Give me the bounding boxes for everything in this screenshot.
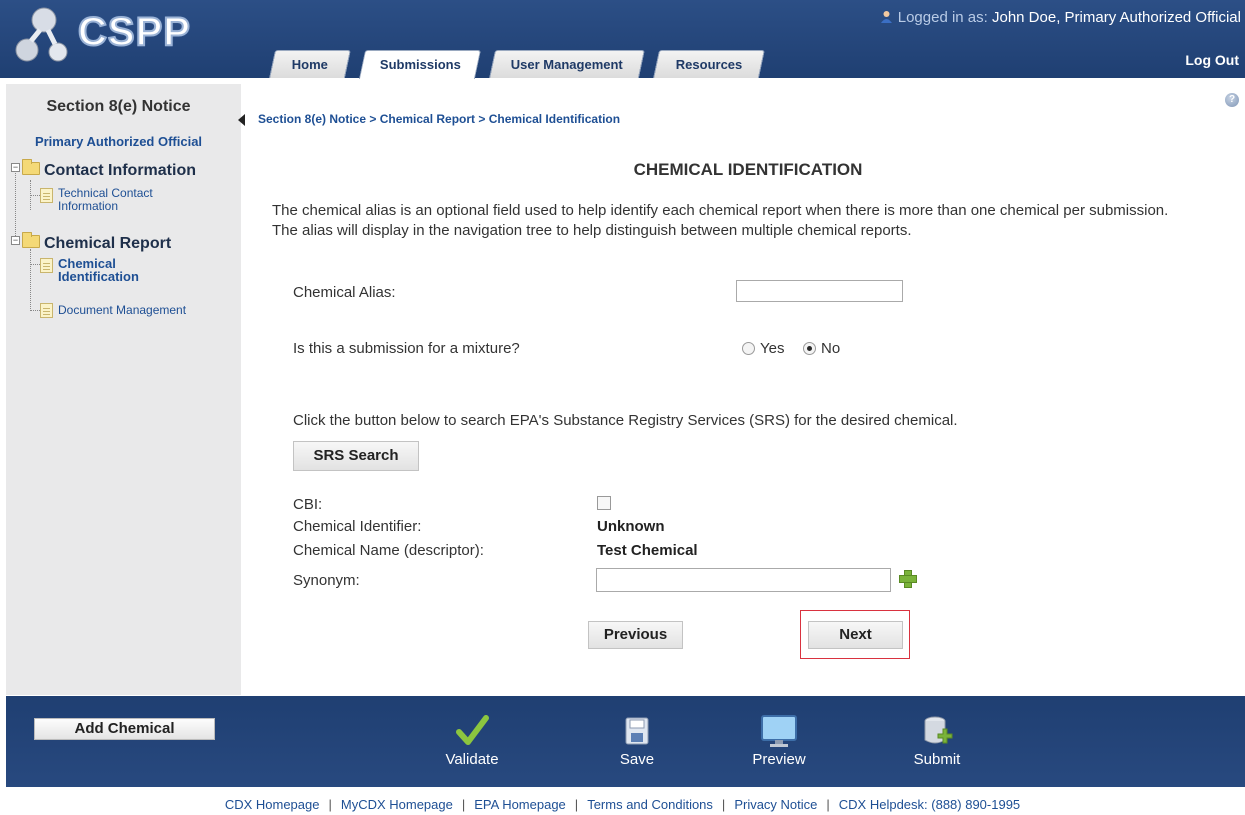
cbi-checkbox[interactable] — [597, 496, 611, 510]
monitor-icon — [761, 715, 797, 747]
tree-line — [30, 195, 40, 196]
tree-line — [30, 264, 40, 265]
chemical-identifier-value: Unknown — [597, 518, 665, 535]
sidebar-subtitle: Primary Authorized Official — [34, 134, 203, 149]
logout-link[interactable]: Log Out — [1185, 52, 1239, 68]
footer-link-privacy-notice[interactable]: Privacy Notice — [734, 797, 817, 812]
srs-search-button[interactable]: SRS Search — [293, 441, 419, 471]
srs-instruction: Click the button below to search EPA's S… — [293, 412, 958, 429]
user-icon — [880, 10, 893, 27]
breadcrumb[interactable]: Section 8(e) Notice > Chemical Report > … — [258, 112, 620, 126]
submit-label: Submit — [913, 751, 961, 768]
intro-text: The chemical alias is an optional field … — [272, 202, 1169, 239]
app-name: CSPP — [77, 9, 191, 55]
mixture-no-label: No — [821, 340, 841, 357]
mixture-yes-radio[interactable] — [742, 342, 755, 355]
save-label: Save — [619, 751, 655, 768]
molecule-icon — [15, 7, 68, 62]
footer-link-cdx-helpdesk[interactable]: CDX Helpdesk: (888) 890-1995 — [839, 797, 1020, 812]
add-chemical-button[interactable]: Add Chemical — [34, 718, 215, 740]
tree-line — [30, 310, 40, 311]
cbi-label: CBI: — [293, 496, 323, 513]
synonym-input[interactable] — [596, 568, 891, 592]
chemical-identifier-label: Chemical Identifier: — [293, 518, 422, 535]
validate-label: Validate — [445, 751, 499, 768]
document-icon — [40, 303, 53, 318]
page-title: CHEMICAL IDENTIFICATION — [633, 160, 863, 179]
document-icon — [40, 188, 53, 203]
save-button[interactable]: Save — [592, 714, 682, 768]
help-icon[interactable]: ? — [1225, 93, 1239, 107]
tab-resources[interactable]: Resources — [653, 50, 765, 78]
tree-folder-contact-information[interactable]: Contact Information — [44, 162, 196, 180]
footer-link-cdx-homepage[interactable]: CDX Homepage — [225, 797, 320, 812]
header: CSPP Logged in as: John Doe, Primary Aut… — [0, 0, 1245, 79]
tree-item-chemical-identification[interactable]: Chemical Identification — [58, 257, 139, 283]
folder-icon — [22, 159, 40, 175]
bottom-toolbar: Add Chemical Validate Save Preview Submi… — [6, 696, 1245, 787]
cspp-logo[interactable]: CSPP — [14, 6, 204, 70]
preview-button[interactable]: Preview — [734, 714, 824, 768]
navigation-sidebar: Section 8(e) Notice Primary Authorized O… — [6, 84, 245, 695]
document-icon — [40, 258, 53, 273]
footer: CDX Homepage | MyCDX Homepage | EPA Homepage… — [0, 788, 1245, 815]
tree-item-document-management[interactable]: Document Management — [58, 304, 186, 317]
folder-icon — [22, 232, 40, 248]
validate-button[interactable]: Validate — [427, 714, 517, 768]
chemical-name-value: Test Chemical — [597, 542, 698, 559]
add-synonym-plus-icon[interactable] — [898, 569, 917, 588]
chemical-alias-input[interactable] — [736, 280, 903, 302]
synonym-label: Synonym: — [293, 572, 360, 589]
tab-home[interactable]: Home — [269, 50, 351, 78]
mixture-question-label: Is this a submission for a mixture? — [293, 340, 520, 357]
submit-button[interactable]: Submit — [892, 714, 982, 768]
tree-folder-chemical-report[interactable]: Chemical Report — [44, 235, 171, 253]
database-upload-icon — [924, 716, 953, 744]
mixture-yes-label: Yes — [760, 340, 785, 357]
collapse-toggle-icon[interactable]: − — [11, 236, 20, 245]
collapse-toggle-icon[interactable]: − — [11, 163, 20, 172]
login-info: Logged in as: John Doe, Primary Authoriz… — [880, 9, 1241, 27]
tree-line — [30, 249, 31, 311]
preview-label: Preview — [752, 751, 806, 768]
tab-submissions[interactable]: Submissions — [358, 50, 482, 79]
tree-line — [15, 170, 16, 236]
previous-button[interactable]: Previous — [588, 621, 683, 649]
checkmark-icon — [456, 715, 489, 745]
chemical-alias-label: Chemical Alias: — [293, 284, 396, 301]
sidebar-title: Section 8(e) Notice — [46, 98, 191, 115]
footer-link-epa-homepage[interactable]: EPA Homepage — [474, 797, 566, 812]
login-user: John Doe, Primary Authorized Official — [991, 9, 1241, 26]
next-button[interactable]: Next — [808, 621, 903, 649]
login-prefix: Logged in as: — [897, 9, 988, 26]
floppy-disk-icon — [625, 717, 649, 745]
mixture-no-radio[interactable] — [803, 342, 816, 355]
chemical-name-label: Chemical Name (descriptor): — [293, 542, 484, 559]
footer-link-terms-and-conditions[interactable]: Terms and Conditions — [587, 797, 713, 812]
tab-user-management[interactable]: User Management — [489, 50, 645, 78]
collapse-sidebar-icon[interactable] — [238, 114, 245, 126]
tree-item-technical-contact-information[interactable]: Technical Contact Information — [58, 187, 153, 213]
footer-link-mycdx-homepage[interactable]: MyCDX Homepage — [341, 797, 453, 812]
